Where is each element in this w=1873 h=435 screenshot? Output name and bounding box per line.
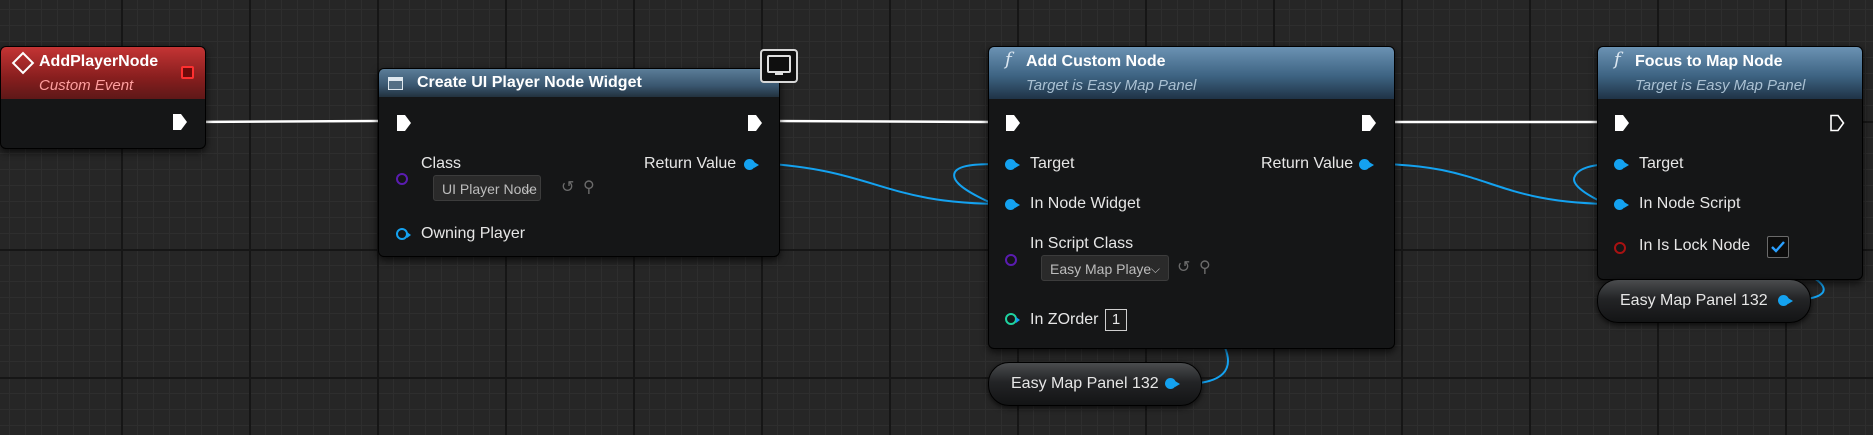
exec-wire-2 [763,119,996,124]
exec-in-pin-icon[interactable] [1005,114,1021,132]
delegate-pin-icon[interactable] [181,66,194,79]
target-pin[interactable] [1005,159,1020,170]
easy-map-panel-variable[interactable]: Easy Map Panel 132 [988,362,1202,406]
exec-out-pin-icon[interactable] [1361,114,1377,132]
add-custom-node-subtitle: Target is Easy Map Panel [1026,77,1197,94]
class-dropdown[interactable]: UI Player Node ⌵ [433,175,541,201]
in-is-lock-node-label: In Is Lock Node [1639,237,1751,254]
wire-return-to-in-node-widget [757,162,1007,205]
class-label: Class [421,155,462,172]
chevron-down-icon: ⌵ [1150,262,1160,276]
focus-to-map-node[interactable]: f Focus to Map Node Target is Easy Map P… [1597,46,1863,280]
owning-player-pin[interactable] [396,228,411,240]
in-script-class-label: In Script Class [1030,235,1134,252]
return-value-label: Return Value [644,155,737,172]
variable-out-pin[interactable] [1778,295,1793,306]
return-value-label: Return Value [1261,155,1354,172]
focus-node-title: Focus to Map Node [1635,53,1783,70]
chevron-down-icon: ⌵ [522,182,532,196]
in-is-lock-node-checkbox[interactable] [1767,236,1789,258]
add-player-node-event[interactable]: AddPlayerNode Custom Event [0,46,206,149]
in-node-widget-pin[interactable] [1005,199,1020,210]
variable-out-pin[interactable] [1165,378,1180,389]
exec-out-pin-icon[interactable] [1829,114,1845,132]
target-label: Target [1639,155,1684,172]
event-header[interactable]: AddPlayerNode Custom Event [1,47,205,99]
owning-player-label: Owning Player [421,225,526,242]
create-widget-header[interactable]: Create UI Player Node Widget [379,69,779,97]
add-custom-node-title: Add Custom Node [1026,53,1166,70]
return-value-pin[interactable] [1359,159,1374,170]
event-subtitle: Custom Event [39,77,134,94]
browse-icon[interactable]: ⚲ [1199,257,1211,277]
in-script-class-pin[interactable] [1005,254,1017,266]
event-title: AddPlayerNode [39,53,159,70]
exec-out-pin-icon[interactable] [172,113,188,131]
create-widget-title: Create UI Player Node Widget [417,74,642,91]
add-custom-node-header[interactable]: f Add Custom Node Target is Easy Map Pan… [989,47,1394,99]
exec-in-pin-icon[interactable] [1614,114,1630,132]
focus-node-subtitle: Target is Easy Map Panel [1635,77,1806,94]
wire-return-to-in-node-script [1373,163,1617,205]
class-pin[interactable] [396,173,408,185]
use-selected-icon[interactable]: ↺ [1177,257,1190,277]
focus-node-header[interactable]: f Focus to Map Node Target is Easy Map P… [1598,47,1862,99]
function-icon: f [1614,49,1621,70]
exec-wire-1 [185,119,386,124]
checkmark-icon [1771,241,1785,253]
in-node-widget-label: In Node Widget [1030,195,1141,212]
widget-icon [388,77,403,90]
in-script-class-dropdown[interactable]: Easy Map Playe ⌵ [1041,255,1169,281]
graph-wires [185,119,1825,385]
in-zorder-pin[interactable] [1005,313,1020,325]
in-script-class-value: Easy Map Playe [1050,261,1152,277]
variable-label: Easy Map Panel 132 [1620,292,1768,309]
target-pin[interactable] [1614,159,1629,170]
target-label: Target [1030,155,1075,172]
create-widget-node[interactable]: Create UI Player Node Widget Class UI Pl… [378,68,780,257]
monitor-icon [767,55,791,73]
in-node-script-label: In Node Script [1639,195,1741,212]
add-custom-node[interactable]: f Add Custom Node Target is Easy Map Pan… [988,46,1395,349]
return-value-pin[interactable] [744,159,759,170]
event-diamond-icon [11,51,35,75]
variable-label: Easy Map Panel 132 [1011,375,1159,392]
in-node-script-pin[interactable] [1614,199,1629,210]
function-icon: f [1005,49,1012,70]
exec-in-pin-icon[interactable] [396,114,412,132]
easy-map-panel-variable[interactable]: Easy Map Panel 132 [1597,279,1811,323]
use-selected-icon[interactable]: ↺ [561,177,574,197]
monitor-stand-icon [775,72,783,75]
browse-icon[interactable]: ⚲ [583,177,595,197]
in-is-lock-node-pin[interactable] [1614,242,1626,254]
client-only-badge [760,49,798,83]
in-zorder-field[interactable]: 1 [1105,309,1127,331]
in-zorder-label: In ZOrder [1030,311,1099,328]
exec-out-pin-icon[interactable] [747,114,763,132]
